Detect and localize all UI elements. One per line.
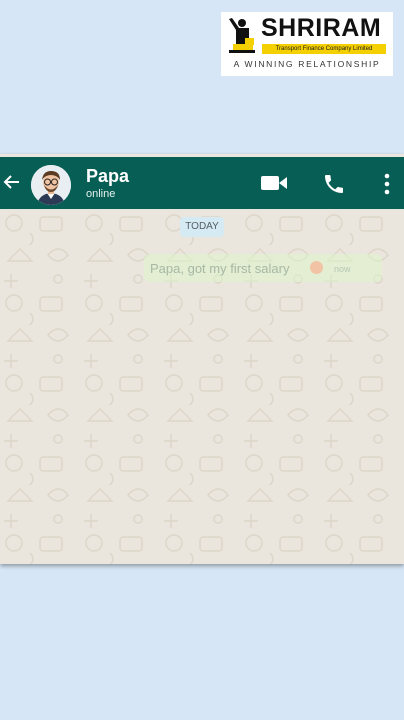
phone-icon[interactable]: [322, 172, 346, 196]
logo-name: SHRIRAM: [261, 14, 382, 42]
message-text: Papa, got my first salary: [150, 261, 290, 276]
video-camera-icon[interactable]: [260, 173, 288, 193]
smiling-face-icon: [310, 261, 323, 274]
logo-tagline: A WINNING RELATIONSHIP: [233, 59, 381, 69]
arrow-left-icon[interactable]: [3, 173, 21, 191]
logo-subtitle: Transport Finance Company Limited: [262, 44, 386, 54]
date-chip: TODAY: [180, 217, 224, 237]
chat-window: Papa online TODAY Papa, got my first sal…: [0, 154, 404, 564]
logo-mascot-icon: [229, 18, 255, 53]
more-vertical-icon[interactable]: [382, 173, 392, 195]
avatar[interactable]: [31, 165, 71, 205]
chat-header: Papa online: [0, 157, 404, 209]
message-time: now: [334, 264, 351, 274]
contact-status: online: [86, 188, 116, 200]
outgoing-message[interactable]: Papa, got my first salary now: [144, 254, 382, 282]
shriram-logo: SHRIRAM Transport Finance Company Limite…: [221, 12, 393, 76]
contact-name[interactable]: Papa: [86, 166, 129, 187]
avatar-person-icon: [31, 165, 71, 205]
